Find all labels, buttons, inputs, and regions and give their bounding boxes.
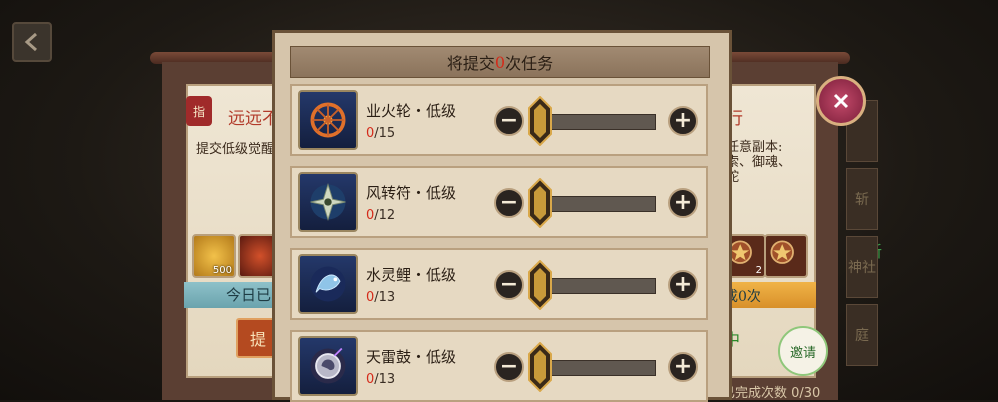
- reward-coin[interactable]: 500: [192, 234, 236, 278]
- item-name: 水灵鲤・低级: [366, 266, 457, 284]
- quest-description: 提交低级觉醒: [196, 142, 275, 157]
- quantity-slider-track[interactable]: [536, 278, 656, 294]
- plus-icon: +: [673, 108, 693, 133]
- increase-button[interactable]: +: [668, 352, 698, 382]
- minus-icon: −: [499, 190, 519, 215]
- side-tab-2[interactable]: 斩: [846, 168, 878, 230]
- item-total: /12: [374, 208, 396, 223]
- item-quantity: 0/13: [366, 290, 395, 305]
- completed-count: 已完成次数 0/30: [722, 386, 821, 401]
- minus-icon: −: [499, 108, 519, 133]
- item-name: 业火轮・低级: [366, 102, 457, 120]
- slider-thumb[interactable]: [528, 260, 552, 310]
- invite-button[interactable]: 邀请: [778, 326, 828, 376]
- slider-thumb[interactable]: [528, 342, 552, 392]
- close-button[interactable]: [816, 76, 866, 126]
- plus-icon: +: [673, 272, 693, 297]
- minus-icon: −: [499, 272, 519, 297]
- item-quantity: 0/13: [366, 372, 395, 387]
- dialog-title: 将提交 0 次任务: [290, 46, 710, 78]
- increase-button[interactable]: +: [668, 270, 698, 300]
- side-tab-3[interactable]: 神社: [846, 236, 878, 298]
- thunder-drum-icon: [298, 336, 358, 396]
- dialog-title-prefix: 将提交: [446, 54, 495, 73]
- decrease-button[interactable]: −: [494, 188, 524, 218]
- item-name: 天雷鼓・低级: [366, 348, 457, 366]
- item-quantity: 0/12: [366, 208, 395, 223]
- item-total: /13: [374, 290, 396, 305]
- reward-count: 500: [212, 265, 232, 276]
- side-description: 任意副本: 索、御魂、 蛇: [726, 140, 792, 185]
- item-name: 风转符・低级: [366, 184, 457, 202]
- back-button[interactable]: [12, 22, 52, 62]
- side-tab-4[interactable]: 庭: [846, 304, 878, 366]
- side-reward-star[interactable]: [764, 234, 808, 278]
- item-total: /13: [374, 372, 396, 387]
- slider-thumb[interactable]: [528, 96, 552, 146]
- item-row: 风转符・低级 0/12 − +: [290, 166, 708, 238]
- quest-tag-icon: 指: [186, 96, 212, 126]
- fire-wheel-icon: [298, 90, 358, 150]
- quantity-slider-track[interactable]: [536, 360, 656, 376]
- slider-thumb[interactable]: [528, 178, 552, 228]
- close-x-icon: [833, 93, 849, 109]
- dialog-title-count: 0: [494, 52, 506, 72]
- plus-icon: +: [673, 354, 693, 379]
- minus-icon: −: [499, 354, 519, 379]
- item-quantity: 0/15: [366, 126, 395, 141]
- dialog-title-suffix: 次任务: [505, 54, 554, 73]
- wind-shuriken-icon: [298, 172, 358, 232]
- decrease-button[interactable]: −: [494, 270, 524, 300]
- decrease-button[interactable]: −: [494, 106, 524, 136]
- today-label: 今日已: [226, 286, 272, 304]
- item-row: 业火轮・低级 0/15 − +: [290, 84, 708, 156]
- back-arrow-icon: [24, 32, 37, 52]
- water-carp-icon: [298, 254, 358, 314]
- increase-button[interactable]: +: [668, 106, 698, 136]
- quantity-slider-track[interactable]: [536, 114, 656, 130]
- decrease-button[interactable]: −: [494, 352, 524, 382]
- star-badge-icon: [770, 240, 794, 264]
- plus-icon: +: [673, 190, 693, 215]
- quantity-slider-track[interactable]: [536, 196, 656, 212]
- increase-button[interactable]: +: [668, 188, 698, 218]
- item-total: /15: [374, 126, 396, 141]
- item-row: 水灵鲤・低级 0/13 − +: [290, 248, 708, 320]
- item-row: 天雷鼓・低级 0/13 − +: [290, 330, 708, 402]
